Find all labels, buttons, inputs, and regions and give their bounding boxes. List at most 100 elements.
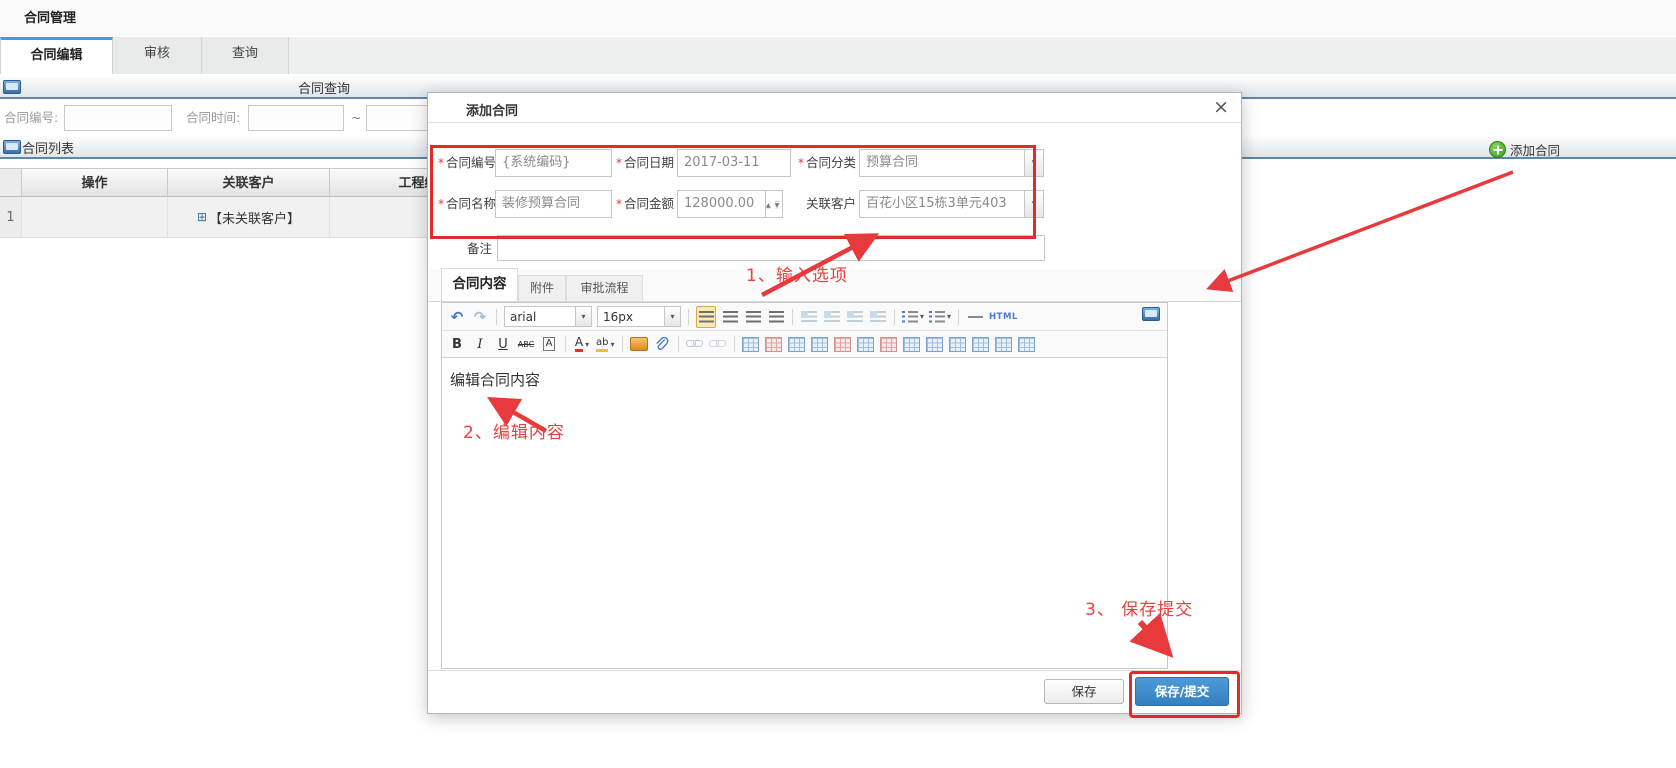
align-right-icon[interactable] — [744, 307, 762, 327]
nav-tab-contract-edit[interactable]: 合同编辑 — [0, 37, 113, 74]
tab-contract-content[interactable]: 合同内容 — [441, 268, 518, 301]
align-justify-icon[interactable] — [767, 307, 785, 327]
row-properties-icon[interactable] — [995, 334, 1013, 354]
nav-tab-review[interactable]: 审核 — [113, 37, 202, 74]
customer-select[interactable]: 百花小区15栋3单元403 ▾ — [859, 190, 1044, 218]
horizontal-rule-icon[interactable] — [966, 307, 984, 327]
contract-no-field[interactable]: {系统编码} — [495, 149, 612, 177]
contract-date-field[interactable]: 2017-03-11 — [677, 149, 791, 177]
fullscreen-icon[interactable] — [1142, 307, 1160, 321]
chevron-down-icon: ▾ — [575, 307, 591, 326]
spin-down-icon[interactable]: ▼ — [775, 201, 780, 209]
remark-input[interactable] — [497, 235, 1045, 261]
paperclip-icon — [654, 337, 669, 352]
row-index-cell: 1 — [0, 197, 22, 238]
attachment-icon[interactable] — [653, 334, 671, 354]
save-submit-button[interactable]: 保存/提交 — [1135, 677, 1229, 706]
insert-column-icon[interactable] — [857, 334, 875, 354]
redo-icon[interactable]: ↷ — [471, 307, 489, 327]
insert-row-below-icon[interactable] — [811, 334, 829, 354]
nav-tab-query[interactable]: 查询 — [202, 37, 289, 74]
contract-name-field[interactable]: 装修预算合同 — [495, 190, 612, 218]
row-customer-cell: ⊞【未关联客户】 — [168, 197, 330, 238]
contract-date-field-label: *合同日期 — [614, 149, 674, 177]
contract-type-select[interactable]: 预算合同 ▾ — [859, 149, 1044, 177]
page-header: 合同管理 — [0, 0, 1676, 36]
arrow-to-dialog — [1212, 172, 1513, 287]
row-customer-text: 【未关联客户】 — [209, 212, 300, 227]
editor-toolbar-row1: ↶ ↷ arial ▾ 16px ▾ — [442, 303, 1167, 331]
align-center-icon[interactable] — [721, 307, 739, 327]
contract-type-field-label: *合同分类 — [796, 149, 856, 177]
expand-icon[interactable]: ⊞ — [197, 210, 207, 224]
delete-row-icon[interactable] — [834, 334, 852, 354]
dialog-header: 添加合同 × — [428, 93, 1241, 123]
step2-annotation: 2、编辑内容 — [463, 418, 565, 443]
add-contract-dialog: 添加合同 × *合同编号 {系统编码} *合同日期 2017-03-11 *合同… — [427, 92, 1242, 714]
time-from-input[interactable] — [248, 105, 344, 131]
spin-up-icon[interactable]: ▲ — [766, 202, 771, 209]
image-align-left-icon[interactable] — [800, 307, 818, 327]
split-cell-horizontal-icon[interactable] — [949, 334, 967, 354]
editor-toolbar-row2: B I U ABC A A▾ ab▾ — [442, 331, 1167, 358]
remove-format-icon[interactable]: A — [540, 334, 558, 354]
delete-table-icon[interactable] — [765, 334, 783, 354]
customer-value: 百花小区15栋3单元403 — [866, 196, 1007, 211]
insert-row-above-icon[interactable] — [788, 334, 806, 354]
font-color-icon[interactable]: A▾ — [573, 334, 591, 354]
toolbar-separator — [894, 309, 895, 325]
toolbar-separator — [565, 336, 566, 352]
plus-icon — [1489, 141, 1506, 158]
panel-monitor-icon — [3, 80, 21, 94]
contract-amount-spinner[interactable]: 128000.00 ▲ ▼ — [677, 190, 783, 218]
html-source-button[interactable]: HTML — [989, 307, 1018, 327]
image-align-center-icon[interactable] — [823, 307, 841, 327]
contract-type-value: 预算合同 — [866, 155, 918, 170]
toolbar-separator — [688, 309, 689, 325]
insert-link-icon[interactable] — [686, 334, 704, 354]
merge-cells-down-icon[interactable] — [926, 334, 944, 354]
image-align-bottom-icon[interactable] — [869, 307, 887, 327]
image-align-right-icon[interactable] — [846, 307, 864, 327]
undo-icon[interactable]: ↶ — [448, 307, 466, 327]
strikethrough-icon[interactable]: ABC — [517, 334, 535, 354]
font-size-select[interactable]: 16px ▾ — [597, 306, 681, 327]
panel-monitor-icon — [3, 140, 21, 154]
font-family-select[interactable]: arial ▾ — [504, 306, 592, 327]
bullet-list-icon[interactable]: ▾ — [929, 307, 951, 327]
step1-annotation: 1、输入选项 — [746, 261, 848, 286]
chevron-down-icon[interactable]: ▾ — [1024, 150, 1043, 176]
tab-attachment[interactable]: 附件 — [518, 275, 566, 301]
add-contract-button[interactable]: 添加合同 — [1489, 140, 1560, 159]
contract-name-field-label: *合同名称 — [436, 190, 496, 218]
screen: 合同管理 合同编辑 审核 查询 合同查询 合同编号: 合同时间: ~ 合同列表 … — [0, 0, 1676, 768]
insert-image-icon[interactable] — [630, 334, 648, 354]
delete-column-icon[interactable] — [880, 334, 898, 354]
save-button[interactable]: 保存 — [1044, 679, 1124, 704]
tab-approval-flow[interactable]: 审批流程 — [566, 275, 643, 301]
insert-table-icon[interactable] — [742, 334, 760, 354]
split-cell-vertical-icon[interactable] — [972, 334, 990, 354]
underline-icon[interactable]: U — [494, 334, 512, 354]
toolbar-separator — [496, 309, 497, 325]
contract-no-field-label: *合同编号 — [436, 149, 496, 177]
header-customer: 关联客户 — [168, 168, 330, 197]
merge-cells-right-icon[interactable] — [903, 334, 921, 354]
header-index — [0, 168, 22, 197]
chevron-down-icon: ▾ — [664, 307, 680, 326]
contract-no-input[interactable] — [64, 105, 172, 131]
spinner-buttons: ▲ ▼ — [765, 191, 782, 217]
italic-icon[interactable]: I — [471, 334, 489, 354]
highlight-color-icon[interactable]: ab▾ — [596, 334, 615, 354]
remove-link-icon[interactable] — [709, 334, 727, 354]
close-icon[interactable]: × — [1213, 96, 1229, 118]
column-properties-icon[interactable] — [1018, 334, 1036, 354]
ordered-list-icon[interactable]: ▾ — [902, 307, 924, 327]
bold-icon[interactable]: B — [448, 334, 466, 354]
dialog-title: 添加合同 — [466, 100, 518, 119]
editor-content-area[interactable]: 编辑合同内容 — [442, 359, 1167, 668]
align-left-icon[interactable] — [696, 306, 716, 328]
contract-amount-value: 128000.00 — [684, 196, 754, 211]
remark-label: 备注 — [440, 235, 492, 263]
chevron-down-icon[interactable]: ▾ — [1024, 191, 1043, 217]
